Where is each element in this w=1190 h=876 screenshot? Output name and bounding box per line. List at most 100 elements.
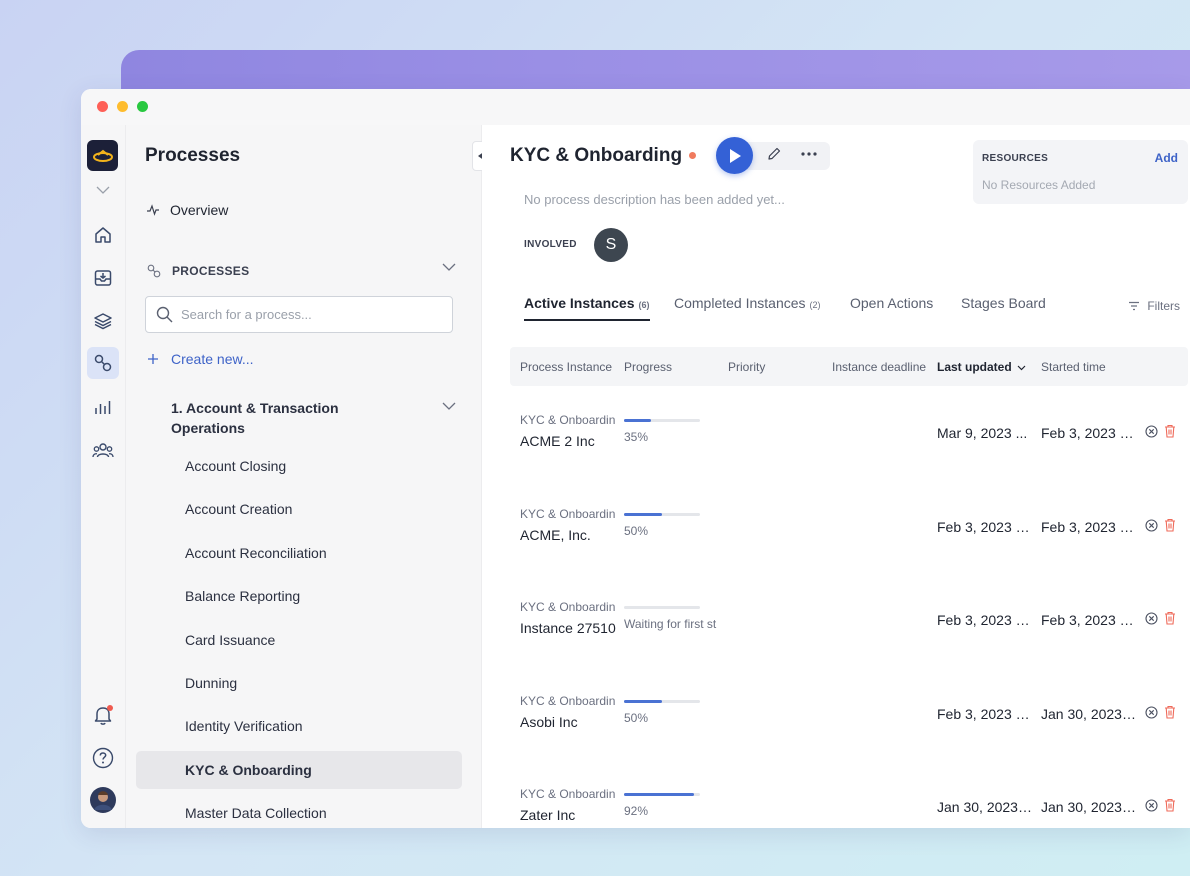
bell-icon[interactable] [87, 699, 119, 731]
column-last-updated[interactable]: Last updated [937, 360, 1026, 374]
cancel-instance-icon[interactable] [1145, 799, 1158, 817]
create-new-button[interactable]: Create new... [147, 351, 254, 367]
sidebar-item-balance-reporting[interactable]: Balance Reporting [136, 577, 462, 615]
sidebar-item-overview[interactable]: Overview [146, 202, 228, 218]
delete-instance-icon[interactable] [1164, 798, 1176, 817]
tab-count: (2) [809, 300, 821, 310]
sidebar-item-account-creation[interactable]: Account Creation [136, 490, 462, 528]
instance-tabs: Active Instances (6) Completed Instances(… [524, 295, 1180, 325]
tab-label: Completed Instances [674, 295, 806, 311]
involved-label: INVOLVED [524, 239, 577, 250]
column-progress[interactable]: Progress [624, 360, 672, 374]
row-last-updated: Jan 30, 2023 ... [937, 799, 1033, 815]
column-last-updated-label: Last updated [937, 360, 1012, 374]
row-last-updated: Feb 3, 2023 1... [937, 612, 1033, 628]
workspace-chevron-icon[interactable] [96, 181, 110, 199]
chevron-down-icon[interactable] [442, 263, 456, 271]
row-instance-name[interactable]: ACME, Inc. [520, 527, 616, 543]
column-process-instance[interactable]: Process Instance [520, 360, 612, 374]
home-icon[interactable] [87, 219, 119, 251]
table-row[interactable]: KYC & Onboardin Instance 27510 Waiting for… [510, 600, 1188, 660]
sidebar-item-kyc-onboarding[interactable]: KYC & Onboarding [136, 751, 462, 789]
cancel-instance-icon[interactable] [1145, 612, 1158, 630]
sidebar-item-account-closing[interactable]: Account Closing [136, 447, 462, 485]
cancel-instance-icon[interactable] [1145, 706, 1158, 724]
chevron-down-icon[interactable] [442, 402, 456, 410]
window-titlebar [81, 89, 1190, 125]
row-instance-name[interactable]: Instance 27510 [520, 620, 616, 636]
processes-sidebar: Processes Overview PROCESSES Create new.… [126, 125, 482, 828]
row-started-time: Feb 3, 2023 1... [1041, 519, 1137, 535]
table-row[interactable]: KYC & Onboardin Zater Inc 92% Jan 30, 2023 … [510, 787, 1188, 828]
progress-label: 50% [624, 711, 649, 725]
inbox-icon[interactable] [87, 262, 119, 294]
app-logo[interactable] [87, 140, 118, 171]
process-group-account-transaction[interactable]: 1. Account & Transaction Operations [171, 398, 456, 438]
row-instance-name[interactable]: Zater Inc [520, 807, 616, 823]
add-resource-button[interactable]: Add [1155, 151, 1178, 165]
icon-rail [81, 125, 126, 828]
help-icon[interactable] [87, 742, 119, 774]
overview-label: Overview [170, 202, 229, 218]
table-header: Process Instance Progress Priority Insta… [510, 347, 1188, 386]
table-row[interactable]: KYC & Onboardin Asobi Inc 50% Feb 3, 2023 1… [510, 694, 1188, 754]
progress-bar-fill [624, 700, 662, 703]
row-instance-name[interactable]: Asobi Inc [520, 714, 616, 730]
tab-completed-instances[interactable]: Completed Instances (2) [674, 295, 821, 321]
table-row[interactable]: KYC & Onboardin ACME, Inc. 50% Feb 3, 2023 … [510, 507, 1188, 567]
pulse-icon [147, 204, 159, 216]
row-instance-name[interactable]: ACME 2 Inc [520, 433, 616, 449]
tab-stages-board[interactable]: Stages Board [961, 295, 1046, 321]
minimize-window-button[interactable] [117, 101, 128, 112]
delete-instance-icon[interactable] [1164, 424, 1176, 443]
search-input[interactable] [181, 307, 431, 322]
tab-label: Stages Board [961, 295, 1046, 311]
process-search[interactable] [145, 296, 453, 333]
progress-label: 50% [624, 524, 649, 538]
delete-instance-icon[interactable] [1164, 705, 1176, 724]
page-title: KYC & Onboarding [510, 145, 683, 166]
involved-avatar[interactable]: S [594, 228, 628, 262]
close-window-button[interactable] [97, 101, 108, 112]
sidebar-item-card-issuance[interactable]: Card Issuance [136, 621, 462, 659]
progress-bar-fill [624, 793, 694, 796]
create-new-label: Create new... [171, 351, 254, 367]
layers-icon[interactable] [87, 305, 119, 337]
delete-instance-icon[interactable] [1164, 611, 1176, 630]
progress-bar [624, 419, 700, 422]
cancel-instance-icon[interactable] [1145, 425, 1158, 443]
more-options-icon[interactable] [800, 146, 818, 167]
tab-label: Open Actions [850, 295, 934, 311]
processes-section-icon [147, 264, 161, 278]
cancel-instance-icon[interactable] [1145, 519, 1158, 537]
sidebar-item-master-data-collection[interactable]: Master Data Collection [136, 794, 462, 828]
tab-open-actions[interactable]: Open Actions [850, 295, 933, 321]
progress-label: 35% [624, 430, 649, 444]
maximize-window-button[interactable] [137, 101, 148, 112]
column-started-time[interactable]: Started time [1041, 360, 1106, 374]
user-avatar[interactable] [87, 784, 119, 816]
search-icon [156, 306, 173, 323]
sidebar-item-dunning[interactable]: Dunning [136, 664, 462, 702]
analytics-icon[interactable] [87, 391, 119, 423]
process-description[interactable]: No process description has been added ye… [524, 192, 785, 207]
delete-instance-icon[interactable] [1164, 518, 1176, 537]
edit-icon[interactable] [766, 146, 782, 167]
processes-icon[interactable] [87, 347, 119, 379]
column-instance-deadline[interactable]: Instance deadline [832, 360, 926, 374]
start-instance-button[interactable] [716, 137, 753, 174]
processes-section-header[interactable]: PROCESSES [146, 263, 456, 279]
column-priority[interactable]: Priority [728, 360, 765, 374]
filter-icon [1129, 301, 1140, 311]
resources-panel: RESOURCES Add No Resources Added [973, 140, 1188, 204]
row-process-name: KYC & Onboardin [520, 413, 616, 427]
table-row[interactable]: KYC & Onboardin ACME 2 Inc 35% Mar 9, 2023 … [510, 413, 1188, 473]
row-started-time: Feb 3, 2023 1... [1041, 612, 1137, 628]
notification-badge [107, 705, 113, 711]
team-icon[interactable] [87, 434, 119, 466]
sidebar-item-identity-verification[interactable]: Identity Verification [136, 707, 462, 745]
filters-button[interactable]: Filters [1128, 299, 1180, 313]
tab-active-instances[interactable]: Active Instances (6) [524, 295, 650, 321]
app-window: Processes Overview PROCESSES Create new.… [81, 89, 1190, 828]
sidebar-item-account-reconciliation[interactable]: Account Reconciliation [136, 534, 462, 572]
